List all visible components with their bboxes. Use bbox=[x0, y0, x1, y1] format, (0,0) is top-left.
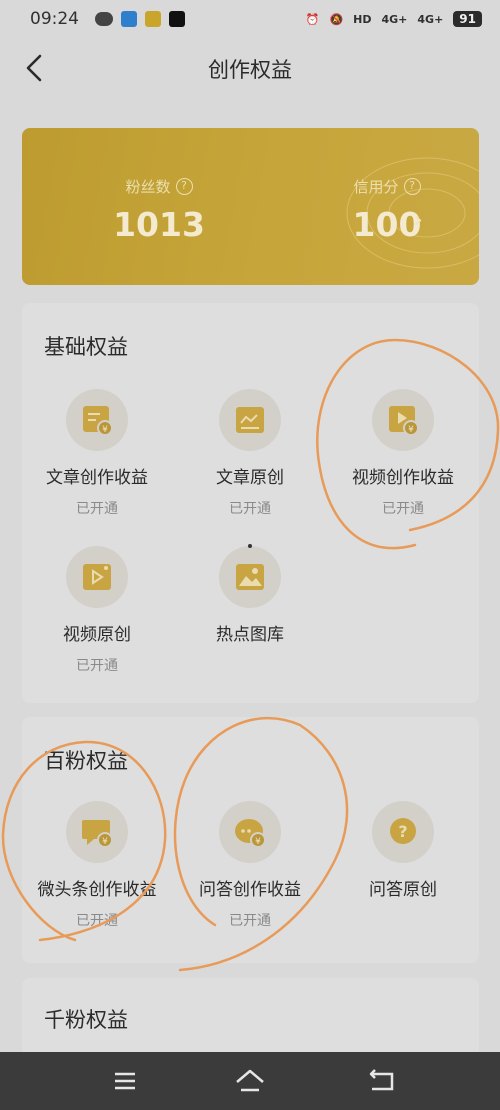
svg-text:¥: ¥ bbox=[408, 425, 414, 435]
item-name: 问答创作收益 bbox=[199, 880, 301, 900]
chevron-right-icon[interactable]: › bbox=[414, 208, 423, 233]
video-original-icon bbox=[83, 564, 111, 590]
section-title-hundred: 百粉权益 bbox=[44, 749, 128, 773]
hd-badge: HD bbox=[353, 12, 372, 26]
signal-4g-2: 4G+ bbox=[417, 12, 444, 26]
home-icon[interactable] bbox=[232, 1064, 268, 1098]
menu-icon[interactable] bbox=[107, 1064, 143, 1098]
wechat-icon bbox=[95, 12, 113, 26]
article-income-icon: ¥ bbox=[83, 406, 113, 436]
app-notification-icon bbox=[121, 11, 137, 27]
item-name: 视频创作收益 bbox=[352, 468, 454, 488]
credit-stat[interactable]: 信用分 ? 100 bbox=[322, 176, 452, 244]
benefit-qa-original[interactable]: ? 问答原创 bbox=[328, 801, 478, 910]
credit-label: 信用分 bbox=[353, 178, 399, 196]
benefit-micro-headline[interactable]: ¥ 微头条创作收益 已开通 bbox=[22, 801, 172, 930]
svg-text:¥: ¥ bbox=[102, 425, 108, 435]
item-name: 微头条创作收益 bbox=[37, 880, 157, 900]
new-dot bbox=[248, 544, 252, 548]
system-nav-bar bbox=[0, 1052, 500, 1110]
status-app-icons bbox=[95, 11, 185, 27]
item-status: 已开通 bbox=[382, 501, 424, 517]
item-name: 文章原创 bbox=[216, 468, 284, 488]
svg-text:¥: ¥ bbox=[255, 837, 261, 847]
nav-bar: 创作权益 bbox=[0, 40, 500, 96]
tiktok-icon bbox=[169, 11, 185, 27]
signal-4g-1: 4G+ bbox=[381, 12, 408, 26]
credit-help-icon[interactable]: ? bbox=[403, 178, 421, 195]
alarm-icon: ⏰ bbox=[305, 12, 320, 26]
status-right: ⏰ 🔕 HD 4G+ 4G+ 91 bbox=[306, 11, 482, 27]
item-status: 已开通 bbox=[76, 913, 118, 929]
item-status: 已开通 bbox=[229, 501, 271, 517]
benefit-article-income[interactable]: ¥ 文章创作收益 已开通 bbox=[22, 389, 172, 518]
benefit-article-original[interactable]: 文章原创 已开通 bbox=[175, 389, 325, 518]
hundred-fans-section: 百粉权益 ¥ 微头条创作收益 已开通 ¥ 问答创作收益 已开通 ? 问答原创 bbox=[22, 717, 479, 963]
thousand-fans-section: 千粉权益 bbox=[22, 978, 479, 1052]
video-income-icon: ¥ bbox=[389, 406, 419, 436]
section-title-basic: 基础权益 bbox=[44, 335, 128, 359]
page-title: 创作权益 bbox=[208, 58, 292, 82]
fans-value: 1013 bbox=[113, 205, 205, 244]
hot-gallery-icon bbox=[236, 564, 264, 590]
credit-value: 100 bbox=[352, 205, 422, 244]
article-original-icon bbox=[236, 407, 264, 433]
fans-stat: 粉丝数 ? 1013 bbox=[94, 176, 224, 244]
svg-text:?: ? bbox=[398, 822, 407, 841]
item-name: 文章创作收益 bbox=[46, 468, 148, 488]
stats-card: 粉丝数 ? 1013 信用分 ? 100 › bbox=[22, 128, 479, 285]
fans-label: 粉丝数 bbox=[125, 178, 171, 196]
benefit-video-original[interactable]: 视频原创 已开通 bbox=[22, 546, 172, 675]
item-name: 问答原创 bbox=[369, 880, 437, 900]
app-notification-icon-2 bbox=[145, 11, 161, 27]
fans-help-icon[interactable]: ? bbox=[175, 178, 193, 195]
benefit-qa-income[interactable]: ¥ 问答创作收益 已开通 bbox=[175, 801, 325, 930]
basic-benefits-section: 基础权益 ¥ 文章创作收益 已开通 文章原创 已开通 ¥ 视频创作收益 已开通 … bbox=[22, 303, 479, 703]
section-title-thousand: 千粉权益 bbox=[44, 1008, 128, 1032]
qa-original-icon: ? bbox=[390, 818, 416, 844]
svg-text:¥: ¥ bbox=[102, 837, 108, 847]
back-nav-icon[interactable] bbox=[364, 1064, 400, 1098]
item-name: 热点图库 bbox=[216, 625, 284, 645]
status-bar: 09:24 ⏰ 🔕 HD 4G+ 4G+ 91 bbox=[0, 0, 500, 38]
mute-icon: 🔕 bbox=[329, 12, 344, 26]
benefit-video-income[interactable]: ¥ 视频创作收益 已开通 bbox=[328, 389, 478, 518]
item-name: 视频原创 bbox=[63, 625, 131, 645]
qa-income-icon: ¥ bbox=[235, 819, 266, 848]
item-status: 已开通 bbox=[229, 913, 271, 929]
item-status: 已开通 bbox=[76, 501, 118, 517]
benefit-hot-gallery[interactable]: 热点图库 bbox=[175, 544, 325, 655]
micro-headline-icon: ¥ bbox=[82, 820, 113, 848]
battery-level: 91 bbox=[453, 11, 482, 27]
item-status: 已开通 bbox=[76, 658, 118, 674]
status-time: 09:24 bbox=[30, 9, 79, 29]
